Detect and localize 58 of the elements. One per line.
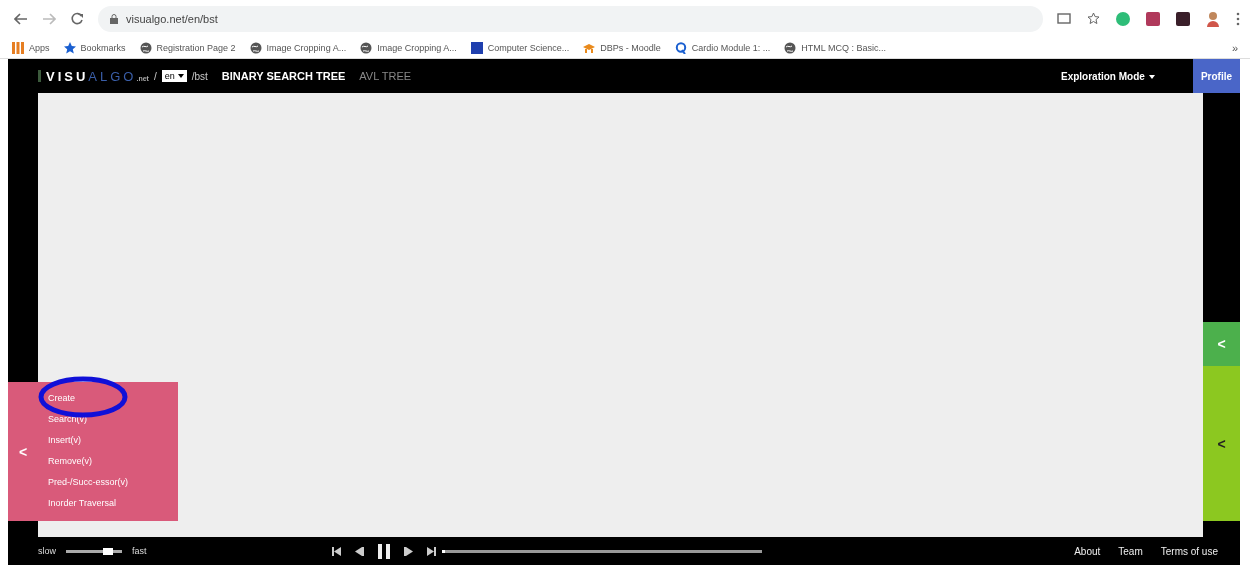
footer-link[interactable]: Team [1118,545,1143,557]
panel-toggle[interactable]: < [8,382,38,521]
footer-link[interactable]: Terms of use [1160,545,1218,557]
fast-label: fast [132,546,147,556]
bookmark[interactable]: DBPs - Moodle [583,41,661,54]
square-icon [470,41,483,54]
bookmark[interactable]: Bookmarks [63,41,126,54]
cast-icon[interactable] [1057,13,1071,24]
bookmark[interactable]: Computer Science... [470,41,570,54]
panel-toggle[interactable]: < [1203,366,1240,521]
extension-icon[interactable] [1176,11,1190,26]
path-text: /bst [191,70,208,82]
slow-label: slow [38,546,56,556]
more-bookmarks-button[interactable]: » [1231,41,1238,54]
reload-icon[interactable] [70,11,84,26]
menu-item[interactable]: Inorder Traversal [48,495,178,511]
globe-icon [249,41,262,54]
q-icon [674,41,687,54]
menu-item[interactable]: Insert(v) [48,432,178,448]
language-select[interactable]: en [161,70,187,82]
globe-icon [360,41,373,54]
pause-icon[interactable] [377,543,390,559]
star-icon[interactable] [1087,12,1100,25]
header-tab[interactable]: BINARY SEARCH TREE [221,70,346,82]
globe-icon [139,41,152,54]
mode-dropdown[interactable]: Exploration Mode [1060,70,1155,82]
url-text: visualgo.net/en/bst [126,12,218,25]
bookmark[interactable]: HTML MCQ : Basic... [784,41,886,54]
star-icon [63,41,76,54]
speed-slider[interactable] [66,549,122,553]
footer-link[interactable]: About [1074,545,1101,557]
slash-text: / [153,70,157,82]
header-tab[interactable]: AVL TREE [359,70,412,82]
caret-icon [177,74,184,78]
menu-item[interactable]: Pred-/Succ-essor(v) [48,474,178,490]
menu-item[interactable]: Remove(v) [48,453,178,469]
bookmark[interactable]: Cardio Module 1: ... [674,41,771,54]
back-icon[interactable] [14,12,28,25]
bookmark[interactable]: Image Cropping A... [249,41,347,54]
menu-item[interactable]: Create [48,390,178,406]
avatar-icon[interactable] [1206,10,1220,27]
menu-icon[interactable] [1236,11,1240,26]
globe-icon [784,41,797,54]
step-back-icon[interactable] [354,546,364,556]
lock-icon [110,13,118,24]
apps-icon [12,41,24,54]
progress-bar[interactable] [441,549,762,553]
logo-bar-icon [38,70,41,82]
bookmark[interactable]: Image Cropping A... [360,41,457,54]
bookmark[interactable]: Apps [12,41,50,54]
caret-icon [1148,74,1155,79]
bookmark[interactable]: Registration Page 2 [139,41,236,54]
step-forward-icon[interactable] [403,546,413,556]
hat-icon [583,41,596,54]
address-bar[interactable]: visualgo.net/en/bst [98,5,1043,32]
skip-start-icon[interactable] [331,546,341,556]
profile-button[interactable]: Profile [1192,59,1240,93]
skip-end-icon[interactable] [426,546,436,556]
